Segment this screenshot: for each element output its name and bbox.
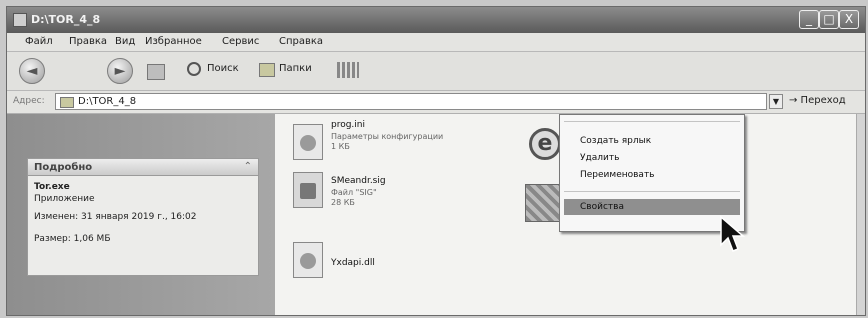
delete-menu-item[interactable]: Удалить bbox=[564, 150, 740, 166]
tor-app-icon[interactable] bbox=[525, 184, 561, 222]
create-shortcut-menu-item[interactable]: Создать ярлык bbox=[564, 133, 740, 149]
window-title: D:\TOR_4_8 bbox=[31, 13, 101, 26]
back-button[interactable]: ◄ bbox=[19, 58, 45, 84]
forward-button[interactable]: ► bbox=[107, 58, 133, 84]
address-input[interactable]: D:\TOR_4_8 bbox=[55, 93, 767, 110]
menu-separator bbox=[564, 191, 740, 192]
toolbar: ◄ ► Поиск Папки bbox=[7, 52, 865, 91]
menu-help[interactable]: Справка bbox=[279, 36, 323, 47]
task-pane: Подробно ⌃ Tor.exe Приложение Изменен: 3… bbox=[7, 114, 275, 315]
folders-icon bbox=[259, 63, 275, 77]
address-dropdown-button[interactable]: ▼ bbox=[769, 94, 783, 109]
details-panel-body: Tor.exe Приложение Изменен: 31 января 20… bbox=[27, 176, 259, 276]
views-icon[interactable] bbox=[337, 62, 359, 78]
file-size: 1 КБ bbox=[331, 142, 350, 151]
rename-menu-item[interactable]: Переименовать bbox=[564, 167, 740, 183]
folder-icon bbox=[60, 97, 74, 108]
file-type: Параметры конфигурации bbox=[331, 132, 444, 141]
details-modified: Изменен: 31 января 2019 г., 16:02 bbox=[34, 212, 197, 222]
address-label: Адрес: bbox=[13, 96, 45, 106]
internet-explorer-icon[interactable]: e bbox=[529, 128, 561, 160]
folders-button[interactable]: Папки bbox=[279, 63, 312, 74]
file-name[interactable]: prog.ini bbox=[331, 120, 365, 130]
address-bar: Адрес: D:\TOR_4_8 ▼ → Переход bbox=[7, 91, 865, 114]
dll-file-icon[interactable] bbox=[293, 242, 323, 278]
close-button[interactable]: X bbox=[839, 10, 859, 29]
details-file-name: Tor.exe bbox=[34, 182, 70, 192]
menu-separator bbox=[564, 121, 740, 122]
explorer-window: D:\TOR_4_8 _ □ X Файл Правка Вид Избранн… bbox=[6, 6, 866, 316]
menu-bar: Файл Правка Вид Избранное Сервис Справка bbox=[7, 33, 865, 52]
collapse-icon[interactable]: ⌃ bbox=[244, 161, 252, 172]
details-panel-title: Подробно bbox=[34, 162, 93, 173]
mouse-pointer-icon bbox=[720, 215, 746, 252]
details-file-type: Приложение bbox=[34, 194, 95, 204]
up-folder-icon[interactable] bbox=[147, 64, 165, 80]
search-button[interactable]: Поиск bbox=[207, 63, 239, 74]
search-icon bbox=[187, 62, 201, 76]
context-menu: Создать ярлык Удалить Переименовать Свой… bbox=[559, 114, 745, 232]
properties-menu-item[interactable]: Свойства bbox=[564, 199, 740, 215]
go-button[interactable]: → Переход bbox=[789, 95, 846, 106]
maximize-button[interactable]: □ bbox=[819, 10, 839, 29]
address-value: D:\TOR_4_8 bbox=[78, 96, 137, 107]
file-name[interactable]: SMeandr.sig bbox=[331, 176, 386, 186]
menu-file[interactable]: Файл bbox=[25, 36, 53, 47]
menu-edit[interactable]: Правка bbox=[69, 36, 107, 47]
title-bar[interactable]: D:\TOR_4_8 _ □ X bbox=[7, 7, 865, 33]
config-file-icon[interactable] bbox=[293, 124, 323, 160]
menu-view[interactable]: Вид bbox=[115, 36, 135, 47]
file-name[interactable]: Yxdapi.dll bbox=[331, 258, 375, 268]
details-panel-header[interactable]: Подробно ⌃ bbox=[27, 158, 259, 176]
file-type: Файл "SIG" bbox=[331, 188, 377, 197]
minimize-button[interactable]: _ bbox=[799, 10, 819, 29]
vertical-scrollbar[interactable] bbox=[856, 114, 865, 315]
folder-window-icon bbox=[13, 13, 27, 27]
details-size: Размер: 1,06 МБ bbox=[34, 234, 111, 244]
document-file-icon[interactable] bbox=[293, 172, 323, 208]
file-size: 28 КБ bbox=[331, 198, 355, 207]
menu-favorites[interactable]: Избранное bbox=[145, 36, 202, 47]
menu-tools[interactable]: Сервис bbox=[222, 36, 259, 47]
